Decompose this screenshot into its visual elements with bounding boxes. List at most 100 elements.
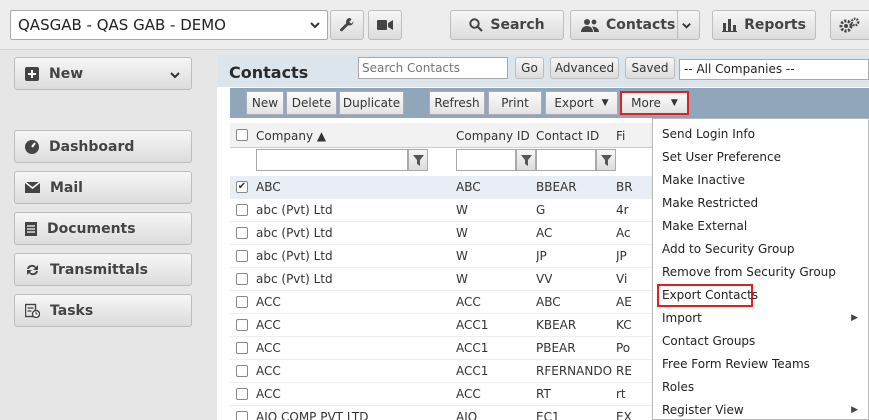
sidebar-item-label: Transmittals	[50, 261, 149, 278]
menu-item-roles[interactable]: Roles	[662, 380, 694, 394]
company-id-cell: AIO	[456, 410, 478, 420]
row-checkbox[interactable]	[236, 319, 248, 331]
company-cell: ABC	[256, 180, 281, 194]
column-header-first[interactable]: Fi	[616, 129, 625, 143]
menu-item-add-to-security-group[interactable]: Add to Security Group	[662, 242, 795, 256]
contact-id-cell: G	[536, 203, 546, 217]
company-id-cell: W	[456, 203, 468, 217]
settings-button[interactable]	[830, 10, 869, 40]
company-cell: ACC	[256, 318, 281, 332]
caret-down-icon: ▼	[670, 98, 678, 108]
menu-item-import[interactable]: Import	[662, 311, 702, 325]
company-id-cell: ACC	[456, 295, 481, 309]
new-contact-button[interactable]: New	[246, 91, 284, 115]
menu-item-make-inactive[interactable]: Make Inactive	[662, 173, 745, 187]
first-name-cell: KC	[616, 318, 632, 332]
row-checkbox[interactable]	[236, 365, 248, 377]
row-checkbox[interactable]	[236, 342, 248, 354]
print-button[interactable]: Print	[488, 91, 542, 115]
top-bar: QASGAB - QAS GAB - DEMO Search Contacts …	[0, 0, 869, 50]
filter-icon[interactable]	[596, 149, 616, 171]
column-header-contact-id[interactable]: Contact ID	[536, 129, 599, 143]
menu-item-export-contacts[interactable]: Export Contacts	[662, 288, 758, 302]
more-button-label: More	[631, 96, 661, 110]
company-filter-select[interactable]: -- All Companies --	[679, 59, 869, 80]
company-id-cell: ACC1	[456, 341, 489, 355]
contact-id-cell: ABC	[536, 295, 561, 309]
sidebar-item-documents[interactable]: Documents	[14, 212, 192, 245]
menu-item-make-restricted[interactable]: Make Restricted	[662, 196, 758, 210]
search-contacts-input[interactable]	[358, 57, 508, 79]
chevron-down-icon	[170, 72, 180, 79]
tools-button[interactable]	[330, 10, 364, 40]
select-all-checkbox[interactable]	[236, 129, 248, 141]
company-filter-input[interactable]	[256, 149, 408, 171]
submenu-arrow-icon: ▶	[851, 313, 858, 323]
sidebar-item-tasks[interactable]: Tasks	[14, 294, 192, 327]
company-cell: ACC	[256, 387, 281, 401]
company-filter-value: -- All Companies --	[684, 62, 795, 76]
divider	[677, 11, 678, 39]
menu-item-make-external[interactable]: Make External	[662, 219, 747, 233]
menu-item-send-login-info[interactable]: Send Login Info	[662, 127, 755, 141]
menu-item-remove-from-security-group[interactable]: Remove from Security Group	[662, 265, 836, 279]
search-button[interactable]: Search	[450, 10, 564, 40]
export-button[interactable]: Export ▼	[545, 91, 618, 115]
contact-id-cell: PBEAR	[536, 341, 576, 355]
sidebar-item-mail[interactable]: Mail	[14, 171, 192, 204]
row-checkbox[interactable]	[236, 411, 248, 420]
saved-searches-button[interactable]: Saved	[625, 57, 675, 79]
duplicate-button[interactable]: Duplicate	[339, 91, 404, 115]
first-name-cell: BR	[616, 180, 633, 194]
filter-icon[interactable]	[516, 149, 536, 171]
new-button[interactable]: New	[14, 57, 192, 90]
submenu-arrow-icon: ▶	[851, 405, 858, 415]
first-name-cell: Ac	[616, 226, 631, 240]
new-button-label: New	[49, 65, 84, 82]
menu-item-contact-groups[interactable]: Contact Groups	[662, 334, 755, 348]
plus-square-icon	[25, 66, 39, 81]
first-name-cell: RE	[616, 364, 632, 378]
row-checkbox[interactable]	[236, 250, 248, 262]
video-button[interactable]	[368, 10, 402, 40]
reports-button[interactable]: Reports	[712, 10, 816, 40]
contact-id-cell: BBEAR	[536, 180, 577, 194]
first-name-cell: EX	[616, 410, 632, 420]
row-checkbox[interactable]	[236, 273, 248, 285]
sidebar-item-transmittals[interactable]: Transmittals	[14, 253, 192, 286]
transmittals-icon	[27, 264, 38, 275]
first-name-cell: Po	[616, 341, 631, 355]
project-select-value: QASGAB - QAS GAB - DEMO	[18, 16, 226, 34]
row-checkbox[interactable]: ✔	[236, 181, 248, 193]
column-header-company[interactable]: Company ▲	[256, 129, 326, 143]
contact-id-cell: AC	[536, 226, 553, 240]
menu-item-free-form-review-teams[interactable]: Free Form Review Teams	[662, 357, 810, 371]
row-checkbox[interactable]	[236, 204, 248, 216]
row-checkbox[interactable]	[236, 388, 248, 400]
contact-id-filter-input[interactable]	[536, 149, 596, 171]
reports-button-label: Reports	[744, 17, 806, 33]
row-checkbox[interactable]	[236, 227, 248, 239]
delete-button[interactable]: Delete	[286, 91, 337, 115]
wrench-icon	[340, 18, 354, 32]
go-button[interactable]: Go	[515, 57, 544, 79]
company-id-filter-input[interactable]	[456, 149, 516, 171]
dashboard-icon	[25, 139, 39, 154]
row-checkbox[interactable]	[236, 296, 248, 308]
menu-item-register-view[interactable]: Register View	[662, 403, 744, 417]
chevron-down-icon	[310, 22, 320, 29]
more-button[interactable]: More ▼	[620, 91, 689, 115]
sidebar-item-dashboard[interactable]: Dashboard	[14, 130, 192, 163]
refresh-button[interactable]: Refresh	[429, 91, 485, 115]
filter-icon[interactable]	[408, 149, 428, 171]
company-id-cell: W	[456, 226, 468, 240]
advanced-search-button[interactable]: Advanced	[550, 57, 619, 79]
project-select[interactable]: QASGAB - QAS GAB - DEMO	[10, 10, 328, 40]
menu-item-set-user-preference[interactable]: Set User Preference	[662, 150, 781, 164]
company-cell: AIO COMP PVT LTD	[256, 410, 369, 420]
users-icon	[581, 19, 599, 32]
column-header-company-id[interactable]: Company ID	[456, 129, 530, 143]
grid-toolbar: New Delete Duplicate Refresh Print Expor…	[230, 88, 869, 118]
contacts-menu-button[interactable]: Contacts	[570, 10, 700, 40]
mail-icon	[25, 182, 40, 193]
